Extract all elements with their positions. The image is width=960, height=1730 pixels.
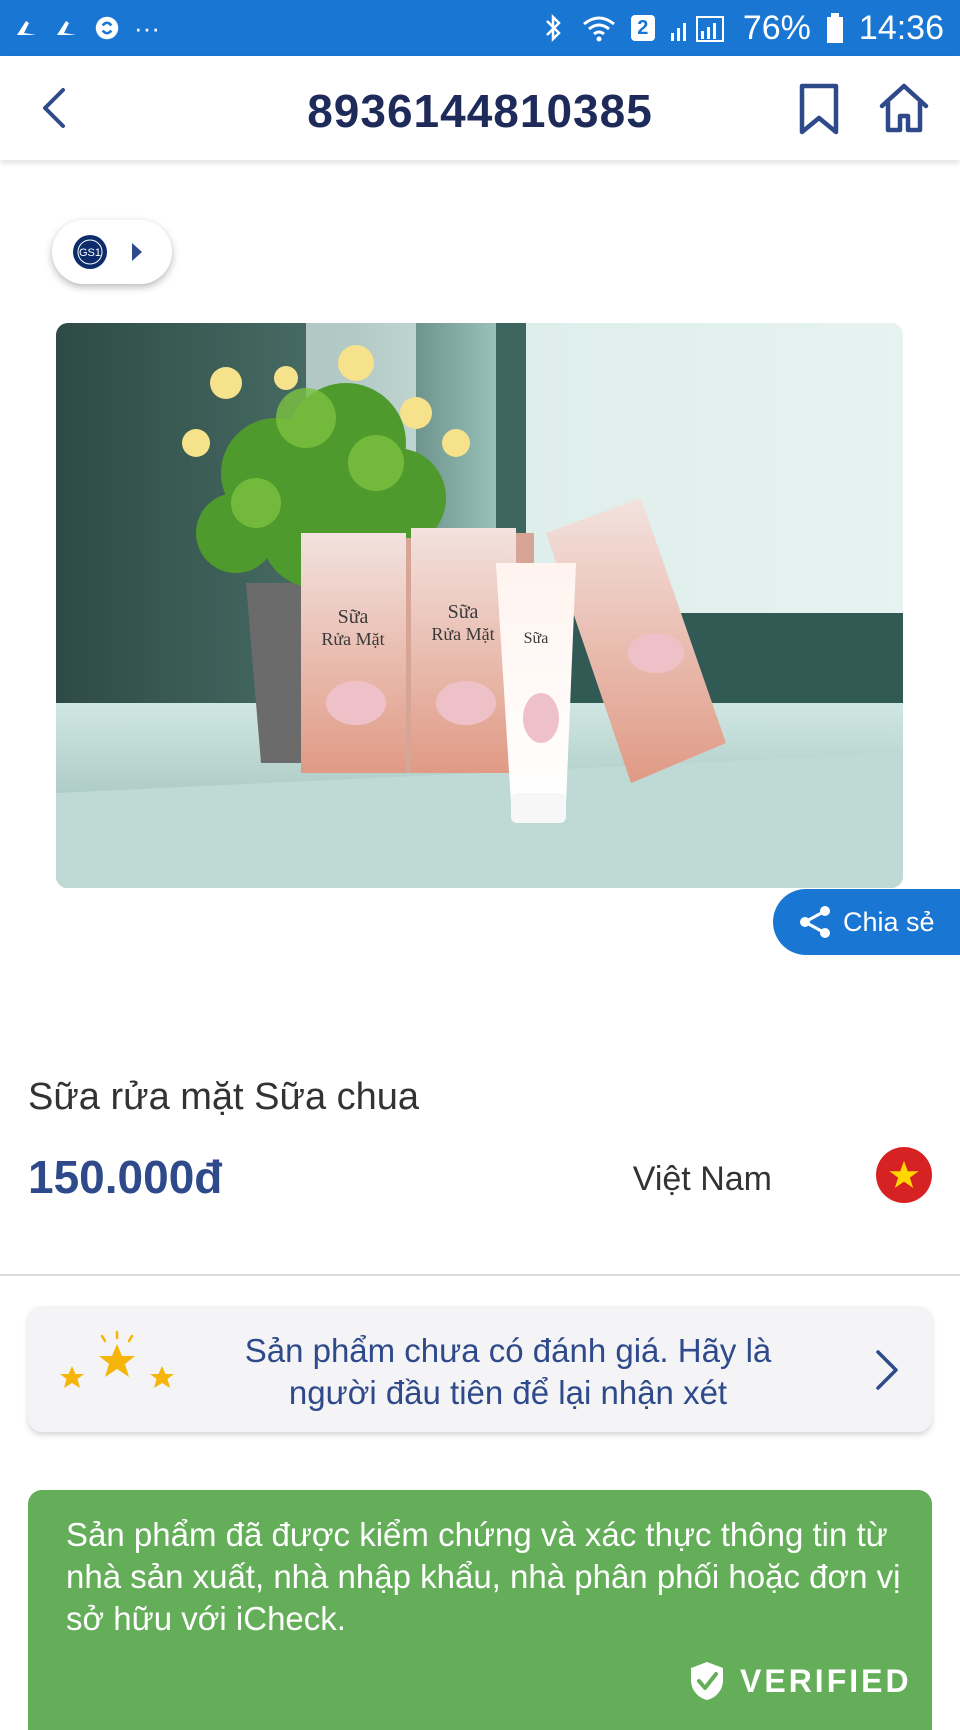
product-image[interactable]: Sữa Rửa Mặt Sữa Rửa Mặt Sữa [56, 323, 903, 888]
cleaner-icon [14, 15, 40, 41]
app-bar: 8936144810385 [0, 56, 960, 160]
share-icon [800, 906, 830, 938]
svg-text:Sữa: Sữa [524, 630, 549, 647]
product-price: 150.000đ [28, 1151, 223, 1203]
verified-badge: VERIFIED [688, 1660, 912, 1702]
shield-check-icon [691, 1662, 723, 1700]
battery-percent: 76% [742, 8, 811, 47]
system-icons: 2 76% 14:36 [541, 9, 944, 48]
gs1-logo: GS1 [73, 235, 107, 269]
sync-icon [94, 15, 120, 41]
wifi-icon [581, 15, 617, 42]
sim-slot-badge: 2 [630, 15, 655, 41]
verified-card: Sản phẩm đã được kiểm chứng và xác thực … [28, 1490, 932, 1730]
clock: 14:36 [858, 8, 944, 47]
verified-label: VERIFIED [740, 1662, 912, 1699]
bookmark-button[interactable] [796, 82, 842, 136]
review-prompt-text: Sản phẩm chưa có đánh giá. Hãy là người … [244, 1332, 772, 1411]
product-name: Sữa rửa mặt Sữa chua [28, 1076, 420, 1118]
home-button[interactable] [876, 80, 932, 136]
divider [0, 1274, 960, 1276]
svg-text:Sữa: Sữa [448, 601, 479, 623]
gs1-label: GS1 [79, 247, 101, 259]
review-prompt-card[interactable]: Sản phẩm chưa có đánh giá. Hãy là người … [28, 1306, 932, 1432]
gs1-info-chip[interactable]: GS1 [52, 220, 172, 284]
battery-icon [825, 13, 845, 43]
chevron-right-icon [876, 1350, 898, 1390]
cleaner-icon [54, 15, 80, 41]
verified-description: Sản phẩm đã được kiểm chứng và xác thực … [66, 1516, 901, 1637]
home-icon [879, 83, 929, 133]
notification-icons: ··· [14, 13, 160, 44]
bookmark-icon [799, 83, 839, 135]
status-bar: ··· 2 76% 14:36 [0, 0, 960, 56]
more-notifications: ··· [134, 12, 160, 43]
share-button[interactable]: Chia sẻ [773, 889, 960, 955]
svg-text:Sữa: Sữa [338, 606, 369, 628]
caret-right-icon [132, 243, 142, 261]
svg-text:Rửa Mặt: Rửa Mặt [321, 629, 384, 649]
vietnam-flag-icon [876, 1147, 932, 1203]
share-label: Chia sẻ [843, 906, 935, 937]
product-origin: Việt Nam [632, 1160, 772, 1198]
signal-icon [669, 15, 729, 42]
stars-icon [60, 1330, 174, 1388]
svg-text:Rửa Mặt: Rửa Mặt [431, 624, 494, 644]
bluetooth-icon [541, 13, 567, 43]
